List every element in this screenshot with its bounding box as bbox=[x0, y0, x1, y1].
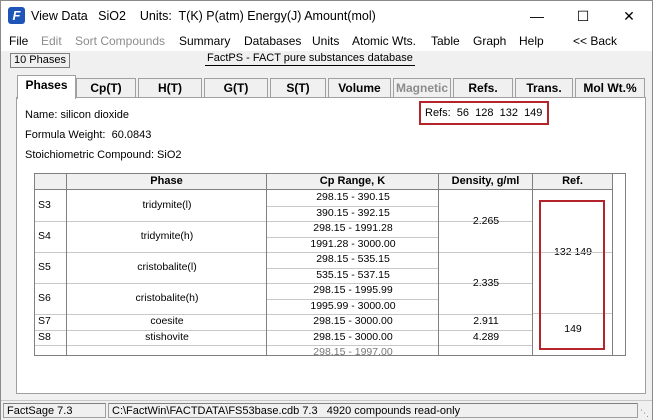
cp-range-cell[interactable]: 298.15 - 3000.00 bbox=[267, 330, 439, 346]
tab-s-t[interactable]: S(T) bbox=[270, 78, 326, 97]
cp-range-cell[interactable]: 298.15 - 3000.00 bbox=[267, 314, 439, 330]
menu-help[interactable]: Help bbox=[519, 34, 544, 48]
column-header-ref[interactable]: Ref. bbox=[533, 174, 613, 190]
tab-phases[interactable]: Phases bbox=[17, 75, 76, 99]
row-id-s8[interactable]: S8 bbox=[35, 330, 67, 346]
cp-range-cell[interactable]: 298.15 - 535.15 bbox=[267, 252, 439, 268]
status-bar: FactSage 7.3 C:\FactWin\FACTDATA\FS53bas… bbox=[1, 400, 652, 420]
stoichiometric-compound: Stoichiometric Compound: SiO2 bbox=[25, 149, 182, 161]
menu-file[interactable]: File bbox=[9, 34, 28, 48]
row-id-s4[interactable]: S4 bbox=[35, 221, 67, 252]
density-cell[interactable]: 4.289 bbox=[439, 330, 533, 346]
grid-line bbox=[612, 190, 613, 355]
resize-grip-icon[interactable]: ⋱ bbox=[640, 408, 650, 418]
status-database-path: C:\FactWin\FACTDATA\FS53base.cdb 7.3 492… bbox=[108, 403, 638, 418]
menu-back[interactable]: << Back bbox=[573, 34, 617, 48]
tab-cp-t[interactable]: Cp(T) bbox=[76, 78, 136, 97]
phases-grid[interactable]: Phase Cp Range, K Density, g/ml Ref. S3 t… bbox=[34, 173, 626, 356]
row-id-s5[interactable]: S5 bbox=[35, 252, 67, 283]
refs-list: Refs: 56 128 132 149 bbox=[425, 107, 543, 119]
density-cell[interactable]: 2.911 bbox=[439, 314, 533, 330]
grid-line bbox=[438, 190, 439, 355]
cp-range-cell[interactable]: 390.15 - 392.15 bbox=[267, 206, 439, 222]
compound-name: Name: silicon dioxide bbox=[25, 109, 129, 121]
phase-name-cell[interactable]: cristobalite(l) bbox=[67, 252, 267, 283]
menu-table[interactable]: Table bbox=[431, 34, 460, 48]
title-bar: F View Data SiO2 Units: T(K) P(atm) Ener… bbox=[1, 1, 652, 31]
tab-volume[interactable]: Volume bbox=[328, 78, 391, 97]
factsage-logo-icon: F bbox=[8, 7, 25, 24]
grid-line bbox=[266, 190, 267, 355]
menu-edit[interactable]: Edit bbox=[41, 34, 62, 48]
cp-range-cell[interactable]: 298.15 - 1991.28 bbox=[267, 221, 439, 237]
close-button[interactable]: ✕ bbox=[606, 1, 652, 31]
menu-summary[interactable]: Summary bbox=[179, 34, 230, 48]
cp-range-cell[interactable]: 298.15 - 1995.99 bbox=[267, 283, 439, 299]
menu-bar: File Edit Sort Compounds Summary Databases Un… bbox=[1, 31, 652, 51]
phase-name-cell[interactable]: cristobalite(h) bbox=[67, 283, 267, 314]
tab-mol-wt[interactable]: Mol Wt.% bbox=[575, 78, 645, 97]
view-data-window: F View Data SiO2 Units: T(K) P(atm) Ener… bbox=[0, 0, 653, 420]
cp-range-cell[interactable]: 1991.28 - 3000.00 bbox=[267, 237, 439, 253]
row-id-s3[interactable]: S3 bbox=[35, 190, 67, 221]
grid-line bbox=[532, 190, 533, 355]
tab-trans[interactable]: Trans. bbox=[515, 78, 573, 97]
cp-range-cell[interactable]: 535.15 - 537.15 bbox=[267, 268, 439, 284]
cp-range-cell[interactable]: 1995.99 - 3000.00 bbox=[267, 299, 439, 315]
ref-column-highlight-box bbox=[539, 200, 605, 350]
tab-h-t[interactable]: H(T) bbox=[138, 78, 202, 97]
cp-range-cell[interactable]: 298.15 - 390.15 bbox=[267, 190, 439, 206]
menu-units[interactable]: Units bbox=[312, 34, 339, 48]
menu-graph[interactable]: Graph bbox=[473, 34, 506, 48]
menu-sort-compounds[interactable]: Sort Compounds bbox=[75, 34, 165, 48]
column-header-phase[interactable]: Phase bbox=[67, 174, 267, 190]
phase-name-cell[interactable]: coesite bbox=[67, 314, 267, 330]
menu-databases[interactable]: Databases bbox=[244, 34, 301, 48]
column-header-density[interactable]: Density, g/ml bbox=[439, 174, 533, 190]
minimize-button[interactable]: — bbox=[514, 1, 560, 31]
maximize-button[interactable]: ☐ bbox=[560, 1, 606, 31]
status-app-version: FactSage 7.3 bbox=[3, 403, 106, 418]
tab-refs[interactable]: Refs. bbox=[453, 78, 513, 97]
phase-name-cell[interactable]: stishovite bbox=[67, 330, 267, 346]
tab-g-t[interactable]: G(T) bbox=[204, 78, 268, 97]
database-name: FactPS - FACT pure substances database bbox=[205, 52, 415, 66]
density-cell[interactable]: 2.265 bbox=[439, 190, 533, 252]
grid-line bbox=[66, 190, 67, 355]
density-cell[interactable]: 2.335 bbox=[439, 252, 533, 314]
row-id-s7[interactable]: S7 bbox=[35, 314, 67, 330]
window-title: View Data SiO2 Units: T(K) P(atm) Energy… bbox=[31, 9, 376, 23]
cp-range-cell-partial[interactable]: 298.15 - 1997.00 bbox=[267, 345, 439, 355]
tab-magnetic[interactable]: Magnetic bbox=[393, 78, 451, 97]
row-id-s6[interactable]: S6 bbox=[35, 283, 67, 314]
grid-corner-header bbox=[35, 174, 67, 190]
formula-weight: Formula Weight: 60.0843 bbox=[25, 129, 152, 141]
phase-name-cell[interactable]: tridymite(l) bbox=[67, 190, 267, 221]
grid-line bbox=[439, 329, 533, 331]
phase-count-box: 10 Phases bbox=[10, 53, 70, 68]
phase-name-cell[interactable]: tridymite(h) bbox=[67, 221, 267, 252]
menu-atomic-wts[interactable]: Atomic Wts. bbox=[352, 34, 416, 48]
column-header-cp-range[interactable]: Cp Range, K bbox=[267, 174, 439, 190]
